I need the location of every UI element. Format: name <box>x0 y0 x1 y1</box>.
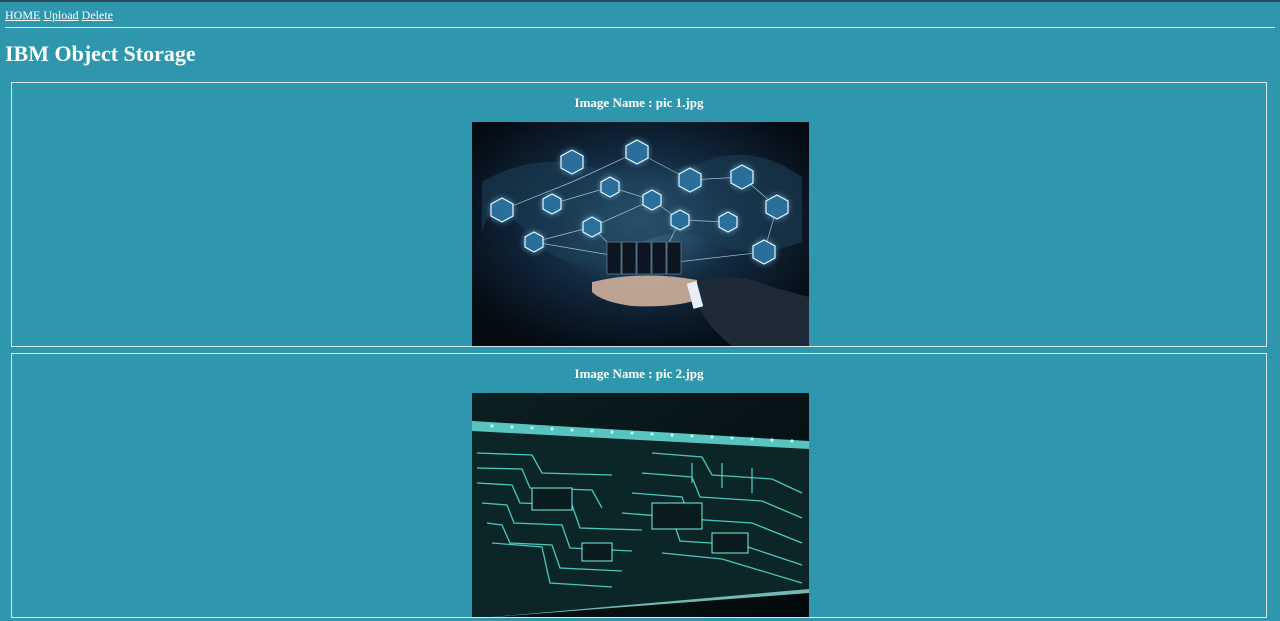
top-nav: HOME Upload Delete <box>5 8 113 22</box>
nav-link-upload[interactable]: Upload <box>43 8 78 22</box>
image-name-label: Image Name : pic 1.jpg <box>574 95 704 110</box>
nav-link-home[interactable]: HOME <box>5 8 40 22</box>
image-card: Image Name : pic 2.jpg <box>11 353 1267 618</box>
image-name-label: Image Name : pic 2.jpg <box>574 366 704 381</box>
nav-divider <box>5 27 1275 28</box>
circuit-board-image <box>472 393 809 617</box>
image-card: Image Name : pic 1.jpg <box>11 82 1267 347</box>
cloud-network-image <box>472 122 809 346</box>
page-title: IBM Object Storage <box>5 41 196 66</box>
nav-link-delete[interactable]: Delete <box>82 8 113 22</box>
image-preview-pic1[interactable] <box>472 122 809 346</box>
image-preview-pic2[interactable] <box>472 393 809 617</box>
